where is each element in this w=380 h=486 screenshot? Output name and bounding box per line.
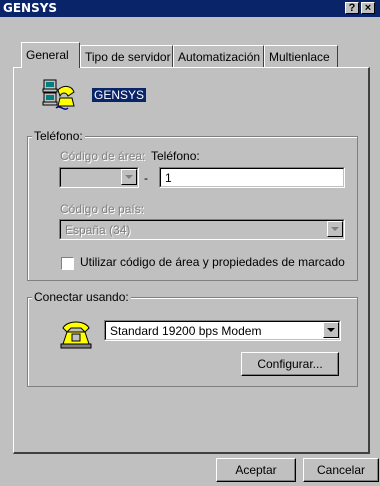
chevron-down-icon (125, 175, 133, 179)
help-button[interactable]: ? (345, 2, 359, 14)
telephone-icon (59, 318, 93, 350)
country-code-value: España (34) (65, 223, 131, 237)
connection-name: GENSYS (92, 88, 147, 102)
connection-name-text: GENSYS (92, 88, 147, 102)
tab-automation[interactable]: Automatización (173, 45, 264, 67)
phone-label: Teléfono: (151, 149, 200, 163)
phone-number-input[interactable]: 1 (159, 167, 345, 188)
modem-value: Standard 19200 bps Modem (110, 324, 262, 338)
country-code-select[interactable]: España (34) (59, 219, 345, 240)
country-code-label: Código de país: (60, 202, 145, 216)
use-area-code-checkbox[interactable] (61, 257, 74, 270)
country-dropdown-button[interactable] (327, 221, 343, 237)
phone-separator: - (144, 171, 148, 185)
modem-select[interactable]: Standard 19200 bps Modem (104, 320, 341, 341)
phone-legend: Teléfono: (32, 129, 85, 143)
tab-server-type[interactable]: Tipo de servidor (80, 45, 173, 67)
configure-button[interactable]: Configurar... (241, 352, 339, 376)
ok-button[interactable]: Aceptar (216, 458, 296, 482)
phone-number-value: 1 (165, 171, 172, 185)
use-area-code-label[interactable]: Utilizar código de área y propiedades de… (80, 255, 345, 269)
modem-dropdown-button[interactable] (323, 322, 339, 338)
window-title: GENSYS (3, 1, 58, 15)
chevron-down-icon (331, 227, 339, 231)
close-button[interactable]: × (361, 2, 375, 14)
area-code-dropdown-button[interactable] (121, 169, 137, 185)
tab-multilink[interactable]: Multienlace (264, 45, 338, 67)
connect-legend: Conectar usando: (32, 290, 131, 304)
network-computers-icon (42, 78, 76, 112)
chevron-down-icon (327, 328, 335, 332)
cancel-button[interactable]: Cancelar (303, 458, 379, 482)
area-code-select[interactable] (59, 167, 139, 188)
tab-general[interactable]: General (21, 42, 80, 68)
area-code-label: Código de área: (60, 149, 146, 163)
